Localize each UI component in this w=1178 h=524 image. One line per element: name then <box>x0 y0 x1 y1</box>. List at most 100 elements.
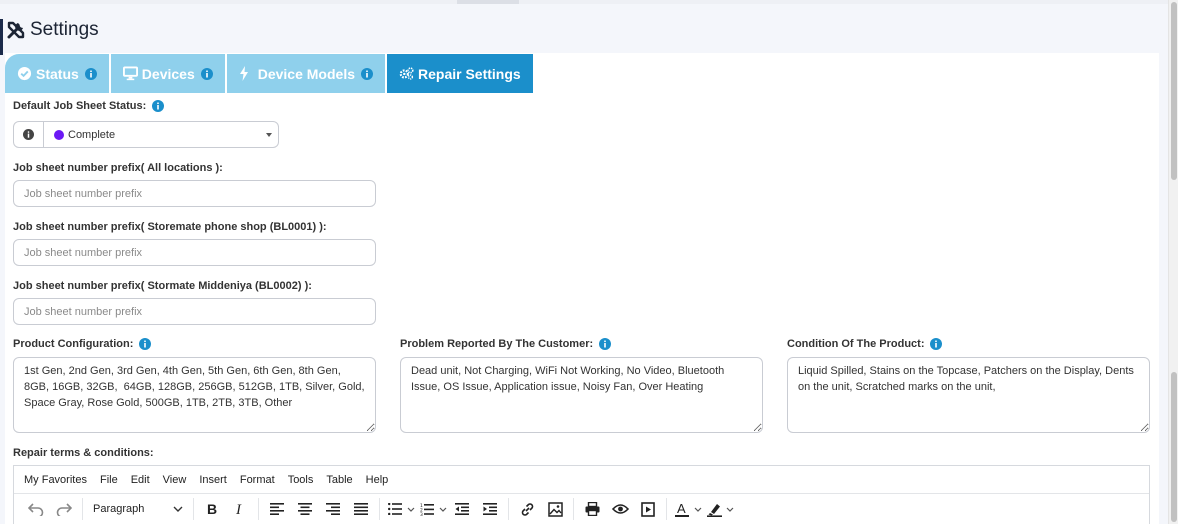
preview-icon[interactable] <box>606 495 634 523</box>
chevron-down-icon[interactable] <box>406 495 416 523</box>
info-icon[interactable] <box>84 67 97 80</box>
tab-status[interactable]: Status <box>5 54 109 93</box>
monitor-icon <box>122 66 138 81</box>
prefix-bl0002-input[interactable] <box>13 298 376 325</box>
toolbar-separator <box>508 498 509 520</box>
bold-icon[interactable]: B <box>198 495 226 523</box>
top-strip-tab <box>457 0 519 4</box>
tab-device-models[interactable]: Device Models <box>226 54 385 93</box>
info-icon[interactable] <box>599 338 612 350</box>
block-format-value: Paragraph <box>93 503 145 515</box>
repair-terms-label: Repair terms & conditions: <box>13 447 154 459</box>
tab-devices-label: Devices <box>141 65 195 82</box>
menu-my-favorites[interactable]: My Favorites <box>24 474 87 486</box>
editor-toolbar: Paragraph B I 1 2 3 A <box>14 494 1149 524</box>
page-header: Settings <box>0 14 99 55</box>
default-status-label-text: Default Job Sheet Status: <box>13 100 147 112</box>
undo-icon[interactable] <box>22 495 50 523</box>
editor-menubar: My Favorites File Edit View Insert Forma… <box>14 466 1149 494</box>
repair-terms-editor: My Favorites File Edit View Insert Forma… <box>13 465 1150 524</box>
svg-text:A: A <box>677 502 686 516</box>
default-status-select[interactable]: Complete <box>44 121 279 148</box>
link-icon[interactable] <box>513 495 541 523</box>
tab-status-label: Status <box>36 65 79 82</box>
prefix-all-input[interactable] <box>13 180 376 207</box>
toolbar-separator <box>82 498 83 520</box>
menu-help[interactable]: Help <box>366 474 389 486</box>
scrollbar-thumb-lower[interactable] <box>1171 372 1177 522</box>
block-format-select[interactable]: Paragraph <box>87 497 189 521</box>
toolbar-separator <box>379 498 380 520</box>
prefix-bl0001-label: Job sheet number prefix( Storemate phone… <box>13 221 327 233</box>
tab-device-models-label: Device Models <box>257 65 355 82</box>
outdent-icon[interactable] <box>448 495 476 523</box>
prefix-bl0002-label: Job sheet number prefix( Stormate Midden… <box>13 280 312 292</box>
chevron-down-icon[interactable] <box>725 495 735 523</box>
problem-reported-label: Problem Reported By The Customer: <box>400 338 612 350</box>
chevron-down-icon[interactable] <box>438 495 448 523</box>
print-icon[interactable] <box>578 495 606 523</box>
align-center-icon[interactable] <box>291 495 319 523</box>
bullet-list-icon[interactable] <box>384 495 406 523</box>
chevron-down-icon <box>173 506 183 512</box>
default-status-label: Default Job Sheet Status: <box>13 100 165 112</box>
media-icon[interactable] <box>634 495 662 523</box>
menu-format[interactable]: Format <box>240 474 275 486</box>
settings-tabs: Status Devices Device Models Repair Sett… <box>5 54 535 93</box>
default-status-value: Complete <box>68 128 116 141</box>
menu-view[interactable]: View <box>163 474 187 486</box>
menu-file[interactable]: File <box>100 474 118 486</box>
page-title: Settings <box>30 19 99 40</box>
image-icon[interactable] <box>541 495 569 523</box>
text-color-split[interactable]: A <box>671 495 703 523</box>
tab-devices[interactable]: Devices <box>110 54 225 93</box>
info-icon[interactable] <box>152 100 165 112</box>
condition-textarea[interactable]: Liquid Spilled, Stains on the Topcase, P… <box>787 357 1150 433</box>
problem-reported-label-text: Problem Reported By The Customer: <box>400 338 594 350</box>
italic-icon[interactable]: I <box>226 495 254 523</box>
info-icon[interactable] <box>200 67 213 80</box>
page-scrollbar[interactable] <box>1168 0 1178 524</box>
status-color-dot <box>54 129 64 140</box>
info-icon[interactable] <box>930 338 943 350</box>
toolbar-separator <box>573 498 574 520</box>
menu-tools[interactable]: Tools <box>288 474 314 486</box>
check-circle-icon <box>17 66 32 81</box>
menu-edit[interactable]: Edit <box>131 474 150 486</box>
settings-card: Status Devices Device Models Repair Sett… <box>5 53 1159 524</box>
menu-insert[interactable]: Insert <box>199 474 227 486</box>
tab-repair-settings[interactable]: Repair Settings <box>387 54 533 93</box>
indent-icon[interactable] <box>476 495 504 523</box>
tools-icon <box>5 19 27 41</box>
numbered-list-icon[interactable]: 123 <box>416 495 438 523</box>
numbered-list-split[interactable]: 123 <box>416 495 448 523</box>
info-circle-icon <box>23 129 34 140</box>
prefix-bl0001-label-text: Job sheet number prefix( Storemate phone… <box>13 221 327 233</box>
condition-label-text: Condition Of The Product: <box>787 338 925 350</box>
chevron-down-icon[interactable] <box>693 495 703 523</box>
highlight-color-split[interactable] <box>703 495 735 523</box>
menu-table[interactable]: Table <box>326 474 352 486</box>
info-icon[interactable] <box>139 338 152 350</box>
gears-icon <box>399 66 414 81</box>
header-accent-bar <box>0 19 3 55</box>
svg-text:B: B <box>207 502 217 516</box>
status-info-addon[interactable] <box>13 121 44 148</box>
scrollbar-thumb[interactable] <box>1171 2 1177 180</box>
prefix-bl0001-input[interactable] <box>13 239 376 266</box>
redo-icon[interactable] <box>50 495 78 523</box>
highlighter-icon[interactable] <box>703 495 725 523</box>
align-justify-icon[interactable] <box>347 495 375 523</box>
align-right-icon[interactable] <box>319 495 347 523</box>
chevron-down-icon <box>266 133 272 137</box>
toolbar-separator <box>193 498 194 520</box>
product-configuration-textarea[interactable]: 1st Gen, 2nd Gen, 3rd Gen, 4th Gen, 5th … <box>13 357 376 433</box>
align-left-icon[interactable] <box>263 495 291 523</box>
condition-label: Condition Of The Product: <box>787 338 943 350</box>
text-color-icon[interactable]: A <box>671 495 693 523</box>
product-configuration-label-text: Product Configuration: <box>13 338 134 350</box>
bullet-list-split[interactable] <box>384 495 416 523</box>
problem-reported-textarea[interactable]: Dead unit, Not Charging, WiFi Not Workin… <box>400 357 763 433</box>
info-icon[interactable] <box>361 67 373 80</box>
top-strip <box>0 0 1168 4</box>
